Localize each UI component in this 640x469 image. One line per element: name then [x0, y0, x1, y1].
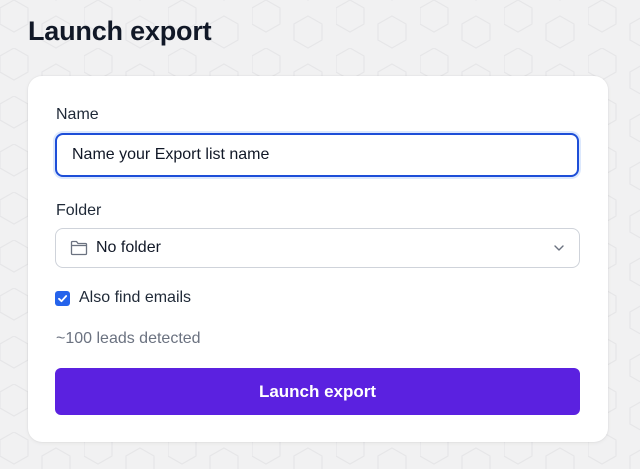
launch-export-button[interactable]: Launch export	[55, 368, 580, 415]
export-form-card: Name Folder No folder Also find emails ~…	[28, 76, 608, 442]
chevron-down-icon	[554, 245, 564, 251]
name-input[interactable]	[55, 133, 579, 177]
leads-detected-text: ~100 leads detected	[56, 330, 201, 347]
folder-label: Folder	[56, 202, 102, 219]
checkmark-icon	[58, 294, 68, 302]
page-title: Launch export	[28, 16, 212, 46]
also-find-emails-label: Also find emails	[79, 289, 192, 306]
also-find-emails-checkbox[interactable]	[55, 290, 70, 306]
folder-selected-value: No folder	[96, 239, 161, 256]
name-label: Name	[56, 106, 99, 123]
folder-icon	[70, 240, 88, 256]
also-find-emails-option[interactable]: Also find emails	[55, 288, 191, 308]
folder-select[interactable]: No folder	[55, 228, 580, 268]
